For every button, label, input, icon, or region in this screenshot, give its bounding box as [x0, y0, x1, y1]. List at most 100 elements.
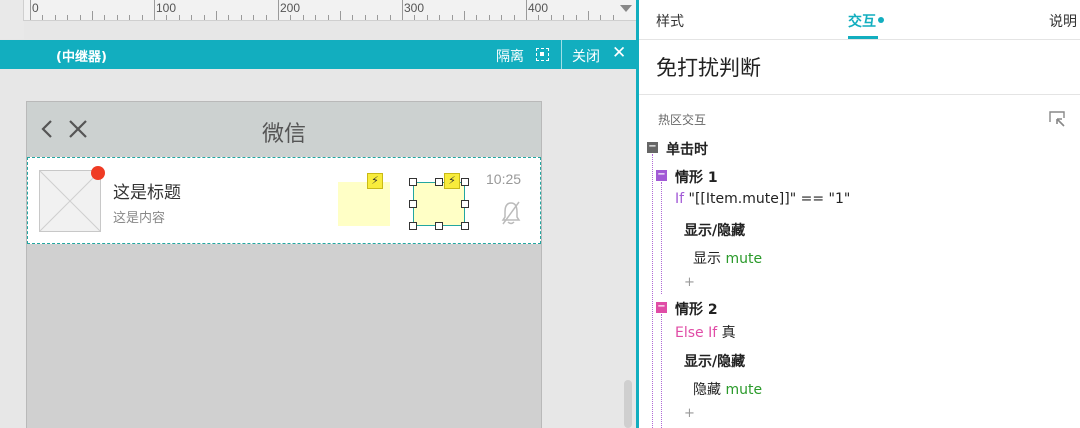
case1-action-detail[interactable]: 显示 mute: [693, 248, 762, 268]
ruler-tick: [526, 0, 527, 20]
inspector-tabs: 样式 交互 说明: [639, 0, 1080, 40]
repeater-list-row[interactable]: 这是标题 这是内容 ⚡ ⚡ 10:25: [27, 157, 541, 244]
condition-expression: 真: [717, 325, 736, 341]
collapse-case1-toggle[interactable]: −: [656, 170, 667, 181]
ruler-tick: [265, 15, 267, 20]
resize-handle[interactable]: [435, 222, 443, 230]
ruler-label: 200: [280, 1, 301, 15]
ruler-tick: [290, 15, 292, 20]
active-tab-underline: [848, 36, 878, 39]
repeater-title: (中继器): [56, 50, 107, 65]
resize-handle[interactable]: [461, 222, 469, 230]
event-label[interactable]: 单击时: [666, 139, 708, 159]
add-action-button[interactable]: +: [684, 406, 695, 421]
ruler-label: 100: [156, 1, 177, 15]
ruler-corner: [0, 0, 24, 21]
ruler-tick: [178, 15, 180, 20]
row-time: 10:25: [486, 171, 522, 187]
ruler-tick: [92, 11, 93, 20]
resize-handle[interactable]: [435, 178, 443, 186]
ruler-tick: [203, 15, 205, 20]
action-verb: 显示: [693, 251, 721, 267]
ruler-tick: [191, 15, 193, 20]
ruler-tick: [54, 15, 56, 20]
ruler-tick: [340, 11, 341, 20]
ruler-tick: [501, 15, 503, 20]
repeater-edit-bar: (中继器) 隔离 关闭 ✕: [0, 40, 636, 69]
bar-divider: [561, 40, 562, 69]
close-label: 关闭: [572, 49, 600, 65]
case2-condition[interactable]: Else If 真: [675, 322, 736, 342]
close-repeater-button[interactable]: 关闭 ✕: [572, 40, 632, 69]
ruler-tick: [439, 15, 441, 20]
interaction-bolt-icon: ⚡: [367, 173, 383, 189]
resize-handle[interactable]: [409, 222, 417, 230]
tab-notes[interactable]: 说明: [1049, 11, 1077, 31]
case1-condition[interactable]: If "[[Item.mute]]" == "1": [675, 191, 850, 207]
ruler-tick: [402, 0, 403, 20]
ruler-tick: [104, 15, 106, 20]
resize-handle[interactable]: [461, 178, 469, 186]
ruler-tick: [612, 15, 614, 20]
ruler-tick: [315, 15, 317, 20]
condition-keyword: Else If: [675, 325, 718, 341]
tab-interaction[interactable]: 交互: [848, 11, 884, 31]
ruler-tick: [216, 11, 217, 20]
ruler-tick: [30, 0, 31, 20]
resize-handle[interactable]: [409, 178, 417, 186]
phone-title: 微信: [261, 122, 306, 147]
isolate-button[interactable]: 隔离: [496, 40, 560, 69]
ruler-tick: [476, 15, 478, 20]
ruler-tick: [42, 15, 44, 20]
ruler-tick: [550, 15, 552, 20]
ruler-tick: [141, 15, 143, 20]
ruler-tick: [451, 15, 453, 20]
ruler-tick: [575, 15, 577, 20]
select-target-icon[interactable]: [1048, 110, 1066, 128]
horizontal-ruler: 0 100 200 300 400: [0, 0, 636, 21]
tab-style[interactable]: 样式: [656, 11, 684, 31]
case1-action[interactable]: 显示/隐藏: [684, 220, 745, 240]
ruler-tick: [166, 15, 168, 20]
action-target: mute: [725, 382, 763, 398]
ruler-tick: [116, 15, 118, 20]
ruler-tick: [129, 15, 131, 20]
ruler-tick: [377, 15, 379, 20]
design-canvas[interactable]: 0 100 200 300 400 (中继器) 隔离 关闭 ✕ 微信 这是标题 …: [0, 0, 636, 428]
add-action-button[interactable]: +: [684, 275, 695, 290]
ruler-tick: [154, 0, 155, 20]
case1-label[interactable]: 情形 1: [675, 167, 718, 187]
widget-name[interactable]: 免打扰判断: [656, 52, 761, 82]
ruler-tick: [588, 11, 589, 20]
case2-action[interactable]: 显示/隐藏: [684, 351, 745, 371]
canvas-scrollbar[interactable]: [624, 380, 632, 428]
ruler-tick: [488, 15, 490, 20]
case2-action-detail[interactable]: 隐藏 mute: [693, 379, 762, 399]
resize-handle[interactable]: [461, 200, 469, 208]
collapse-event-toggle[interactable]: −: [647, 142, 658, 153]
collapse-case2-toggle[interactable]: −: [656, 302, 667, 313]
phone-header: 微信: [27, 102, 541, 156]
ruler-tick: [364, 15, 366, 20]
condition-keyword: If: [675, 191, 685, 207]
ruler-tick: [79, 15, 81, 20]
tree-line: [652, 154, 653, 428]
phone-mockup[interactable]: 微信 这是标题 这是内容 ⚡ ⚡ 10:25: [26, 101, 542, 428]
divider: [639, 94, 1080, 95]
tree-line: [661, 182, 662, 294]
action-target: mute: [725, 251, 763, 267]
ruler-tick: [563, 15, 565, 20]
ruler-tick: [67, 15, 69, 20]
resize-handle[interactable]: [409, 200, 417, 208]
ruler-tick: [464, 11, 465, 20]
ruler-tick: [228, 15, 230, 20]
vertical-ruler: [0, 21, 24, 39]
row-content: 这是内容: [113, 211, 166, 226]
active-dot: [878, 17, 884, 23]
ruler-label: 400: [528, 1, 549, 15]
ruler-tick: [600, 15, 602, 20]
ruler-menu-icon[interactable]: [620, 5, 632, 12]
case2-label[interactable]: 情形 2: [675, 299, 718, 319]
ruler-label: 0: [32, 1, 39, 15]
interaction-bolt-icon: ⚡: [444, 173, 460, 189]
